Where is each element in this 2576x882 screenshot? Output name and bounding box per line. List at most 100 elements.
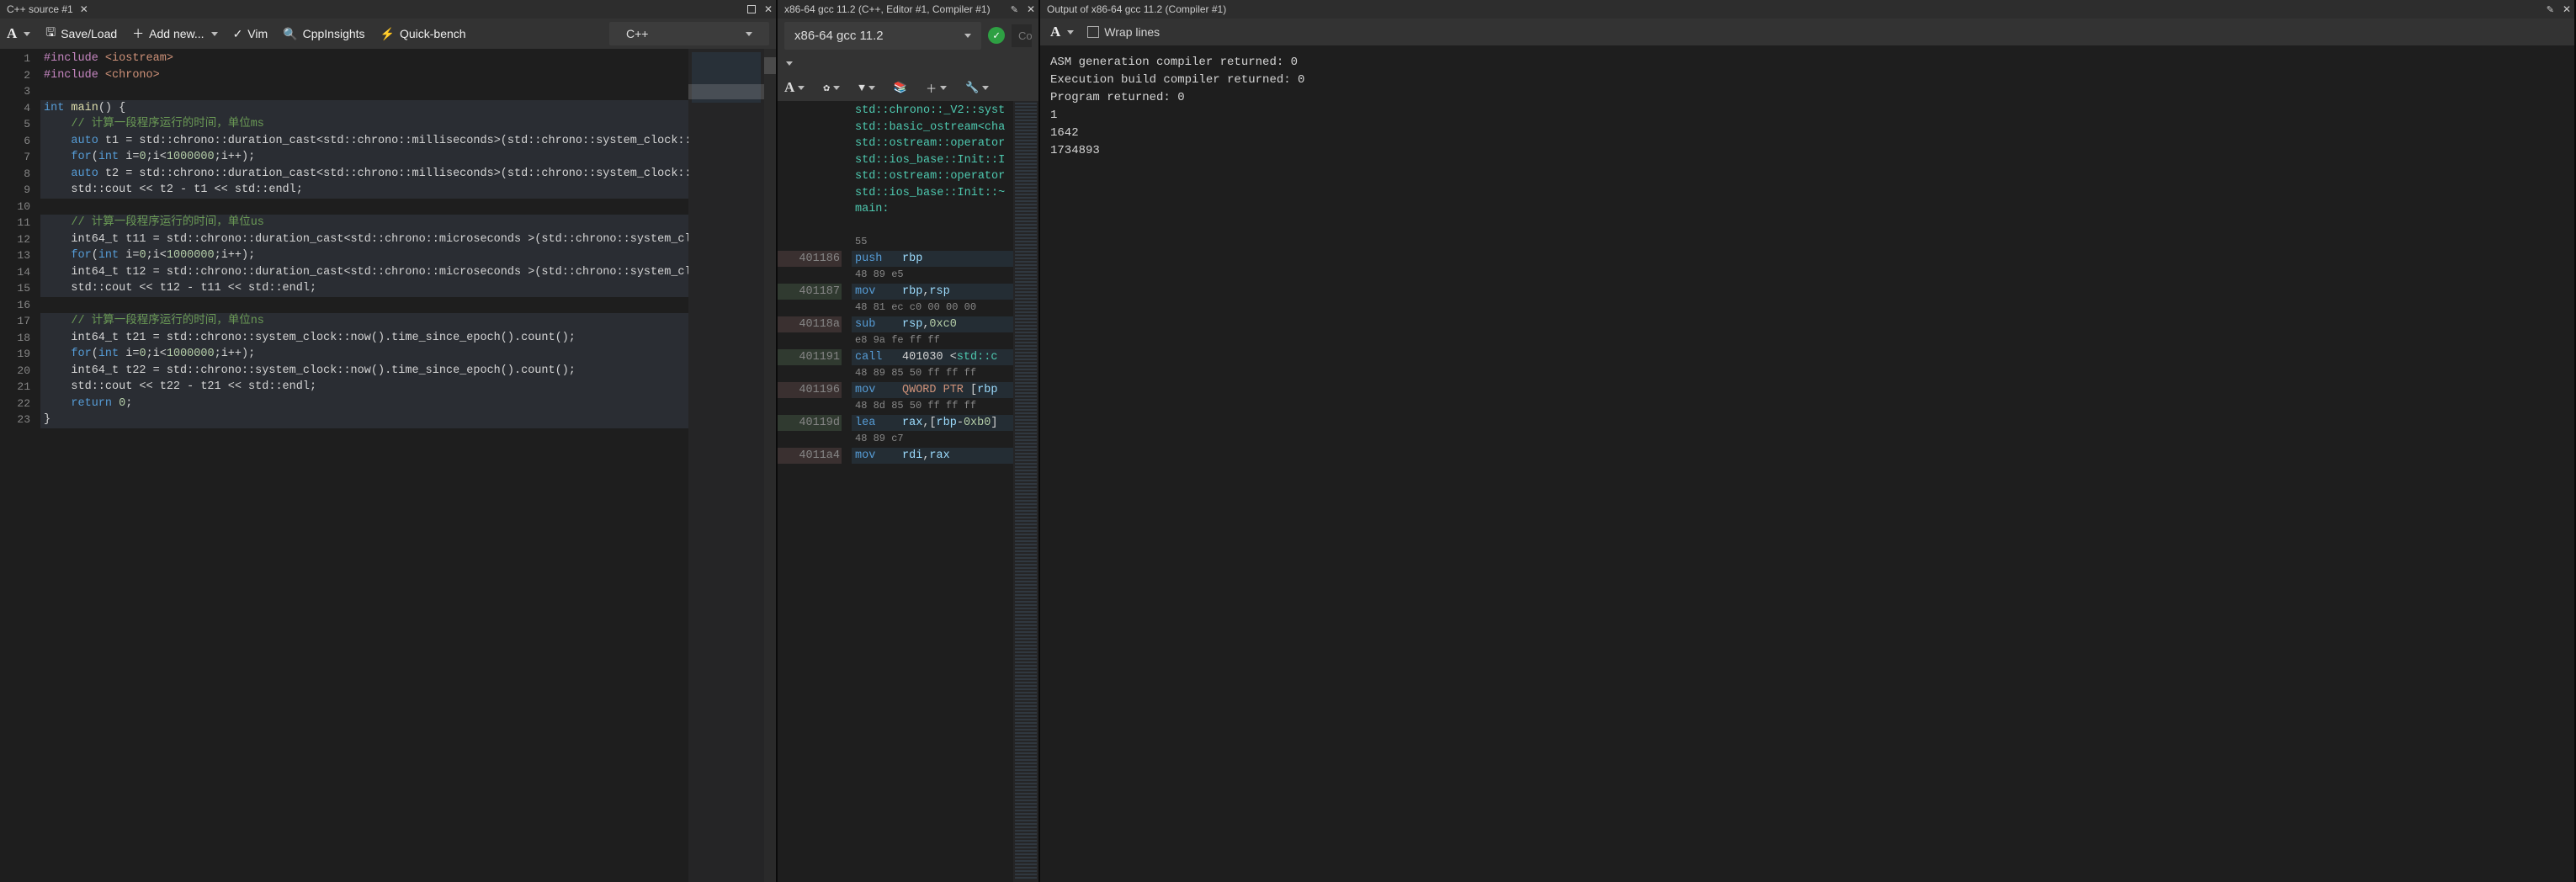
code-line[interactable]: for(int i=0;i<1000000;i++);: [40, 149, 688, 166]
code-line[interactable]: int64_t t11 = std::chrono::duration_cast…: [40, 231, 688, 248]
close-icon[interactable]: ✕: [80, 3, 88, 15]
chevron-down-icon: [964, 34, 971, 38]
asm-tab-title[interactable]: x86-64 gcc 11.2 (C++, Editor #1, Compile…: [781, 3, 991, 15]
code-line[interactable]: // 计算一段程序运行的时间，单位ns: [40, 313, 688, 330]
line-gutter: 1234567891011121314151617181920212223: [0, 49, 40, 882]
tools-icon[interactable]: 🔧: [965, 82, 989, 94]
status-ok-icon: ✓: [988, 27, 1005, 44]
wrap-lines-toggle[interactable]: Wrap lines: [1087, 25, 1160, 39]
settings-icon[interactable]: ✿: [823, 82, 840, 94]
code-line[interactable]: std::cout << t12 - t11 << std::endl;: [40, 280, 688, 297]
code-line[interactable]: return 0;: [40, 396, 688, 412]
asm-body[interactable]: 401186 401187 40118a 401191 401196 40119…: [778, 101, 1038, 882]
asm-instruction[interactable]: movrbp,rsp: [852, 284, 1013, 300]
chevron-down-icon[interactable]: [786, 61, 793, 66]
asm-toolbar: A ✿ ▼ 📚 ＋ 🔧: [778, 74, 1038, 101]
code-line[interactable]: [40, 297, 688, 314]
magnify-icon: 🔍: [283, 27, 297, 41]
asm-instruction[interactable]: learax,[rbp-0xb0]: [852, 415, 1013, 432]
chevron-down-icon: [211, 32, 218, 36]
source-toolbar: A 🖫 Save/Load ＋ Add new... ✓ Vim 🔍 CppIn…: [0, 19, 776, 49]
output-line: 1: [1050, 107, 2564, 125]
font-menu[interactable]: A: [7, 25, 30, 42]
code-line[interactable]: int main() {: [40, 100, 688, 117]
asm-symbol[interactable]: std::ostream::operator: [852, 168, 1013, 185]
chevron-down-icon: [746, 32, 752, 36]
output-line: Execution build compiler returned: 0: [1050, 72, 2564, 89]
edit-icon[interactable]: ✎: [1011, 4, 1018, 15]
add-new-button[interactable]: ＋ Add new...: [132, 25, 217, 42]
code-line[interactable]: #include <iostream>: [40, 50, 688, 67]
close-icon[interactable]: ✕: [2563, 3, 2571, 15]
minimap[interactable]: [688, 49, 764, 882]
filter-icon[interactable]: ▼: [858, 82, 875, 94]
asm-address-column: 401186 401187 40118a 401191 401196 40119…: [778, 101, 852, 882]
code-line[interactable]: // 计算一段程序运行的时间，单位ms: [40, 116, 688, 133]
panel-close-icon[interactable]: ✕: [764, 3, 773, 15]
asm-instruction[interactable]: pushrbp: [852, 251, 1013, 268]
source-editor[interactable]: 1234567891011121314151617181920212223 #i…: [0, 49, 776, 882]
chevron-down-icon: [24, 32, 30, 36]
code-line[interactable]: std::cout << t2 - t1 << std::endl;: [40, 182, 688, 199]
source-tab-title[interactable]: C++ source #1: [3, 3, 77, 15]
output-tabbar: Output of x86-64 gcc 11.2 (Compiler #1) …: [1040, 0, 2574, 19]
plus-icon: ＋: [132, 25, 144, 42]
scrollbar[interactable]: [764, 49, 776, 882]
asm-minimap[interactable]: [1013, 101, 1038, 882]
asm-subbar: [778, 52, 1038, 74]
add-icon[interactable]: ＋: [926, 80, 947, 96]
asm-symbol[interactable]: std::ostream::operator: [852, 135, 1013, 152]
asm-hex: 55: [852, 234, 1013, 251]
asm-pane: x86-64 gcc 11.2 (C++, Editor #1, Compile…: [778, 0, 1040, 882]
checkbox-icon[interactable]: [1087, 26, 1099, 38]
compiler-select[interactable]: x86-64 gcc 11.2: [784, 22, 981, 50]
output-tab-title[interactable]: Output of x86-64 gcc 11.2 (Compiler #1): [1044, 3, 1230, 15]
language-select[interactable]: C++: [609, 22, 769, 45]
vim-icon: ✓: [233, 27, 243, 41]
output-pane: Output of x86-64 gcc 11.2 (Compiler #1) …: [1040, 0, 2576, 882]
code-area[interactable]: #include <iostream>#include <chrono> int…: [40, 49, 688, 882]
output-line: 1642: [1050, 125, 2564, 142]
edit-icon[interactable]: ✎: [2547, 4, 2554, 15]
code-line[interactable]: std::cout << t22 - t21 << std::endl;: [40, 379, 688, 396]
code-line[interactable]: int64_t t22 = std::chrono::system_clock:…: [40, 363, 688, 380]
asm-instruction[interactable]: movQWORD PTR [rbp: [852, 382, 1013, 399]
output-line: Program returned: 0: [1050, 89, 2564, 107]
close-icon[interactable]: ✕: [1027, 3, 1035, 15]
compiler-options-input[interactable]: Co: [1012, 24, 1032, 47]
font-menu[interactable]: A: [1050, 24, 1074, 40]
asm-symbol[interactable]: std::ios_base::Init::I: [852, 152, 1013, 169]
save-load-button[interactable]: 🖫 Save/Load: [45, 24, 117, 44]
code-line[interactable]: #include <chrono>: [40, 67, 688, 84]
asm-symbol[interactable]: std::chrono::_V2::syst: [852, 103, 1013, 120]
code-line[interactable]: auto t2 = std::chrono::duration_cast<std…: [40, 166, 688, 183]
asm-instruction[interactable]: call401030 <std::c: [852, 349, 1013, 366]
libraries-icon[interactable]: 📚: [894, 82, 907, 94]
code-line[interactable]: }: [40, 412, 688, 428]
font-menu[interactable]: A: [784, 79, 805, 96]
asm-label[interactable]: main:: [852, 201, 1013, 218]
asm-hex: 48 8d 85 50 ff ff ff: [852, 398, 1013, 415]
vim-button[interactable]: ✓ Vim: [233, 27, 268, 41]
asm-code-column[interactable]: std::chrono::_V2::syststd::basic_ostream…: [852, 101, 1013, 882]
asm-instruction[interactable]: subrsp,0xc0: [852, 316, 1013, 333]
code-line[interactable]: for(int i=0;i<1000000;i++);: [40, 247, 688, 264]
code-line[interactable]: auto t1 = std::chrono::duration_cast<std…: [40, 133, 688, 150]
code-line[interactable]: [40, 83, 688, 100]
asm-symbol[interactable]: std::basic_ostream<cha: [852, 120, 1013, 136]
code-line[interactable]: int64_t t12 = std::chrono::duration_cast…: [40, 264, 688, 281]
asm-symbol[interactable]: std::ios_base::Init::~: [852, 185, 1013, 202]
compiler-row: x86-64 gcc 11.2 ✓ Co: [778, 19, 1038, 52]
cppinsights-button[interactable]: 🔍 CppInsights: [283, 27, 364, 41]
source-pane: C++ source #1 ✕ ✕ A 🖫 Save/Load ＋ Add ne…: [0, 0, 778, 882]
output-line: 1734893: [1050, 142, 2564, 160]
asm-instruction[interactable]: [852, 218, 1013, 235]
quickbench-button[interactable]: ⚡ Quick-bench: [380, 27, 466, 41]
asm-hex: 48 89 c7: [852, 431, 1013, 448]
code-line[interactable]: [40, 199, 688, 215]
asm-instruction[interactable]: movrdi,rax: [852, 448, 1013, 465]
maximize-icon[interactable]: [747, 5, 756, 13]
code-line[interactable]: int64_t t21 = std::chrono::system_clock:…: [40, 330, 688, 347]
code-line[interactable]: // 计算一段程序运行的时间，单位us: [40, 215, 688, 231]
code-line[interactable]: for(int i=0;i<1000000;i++);: [40, 346, 688, 363]
